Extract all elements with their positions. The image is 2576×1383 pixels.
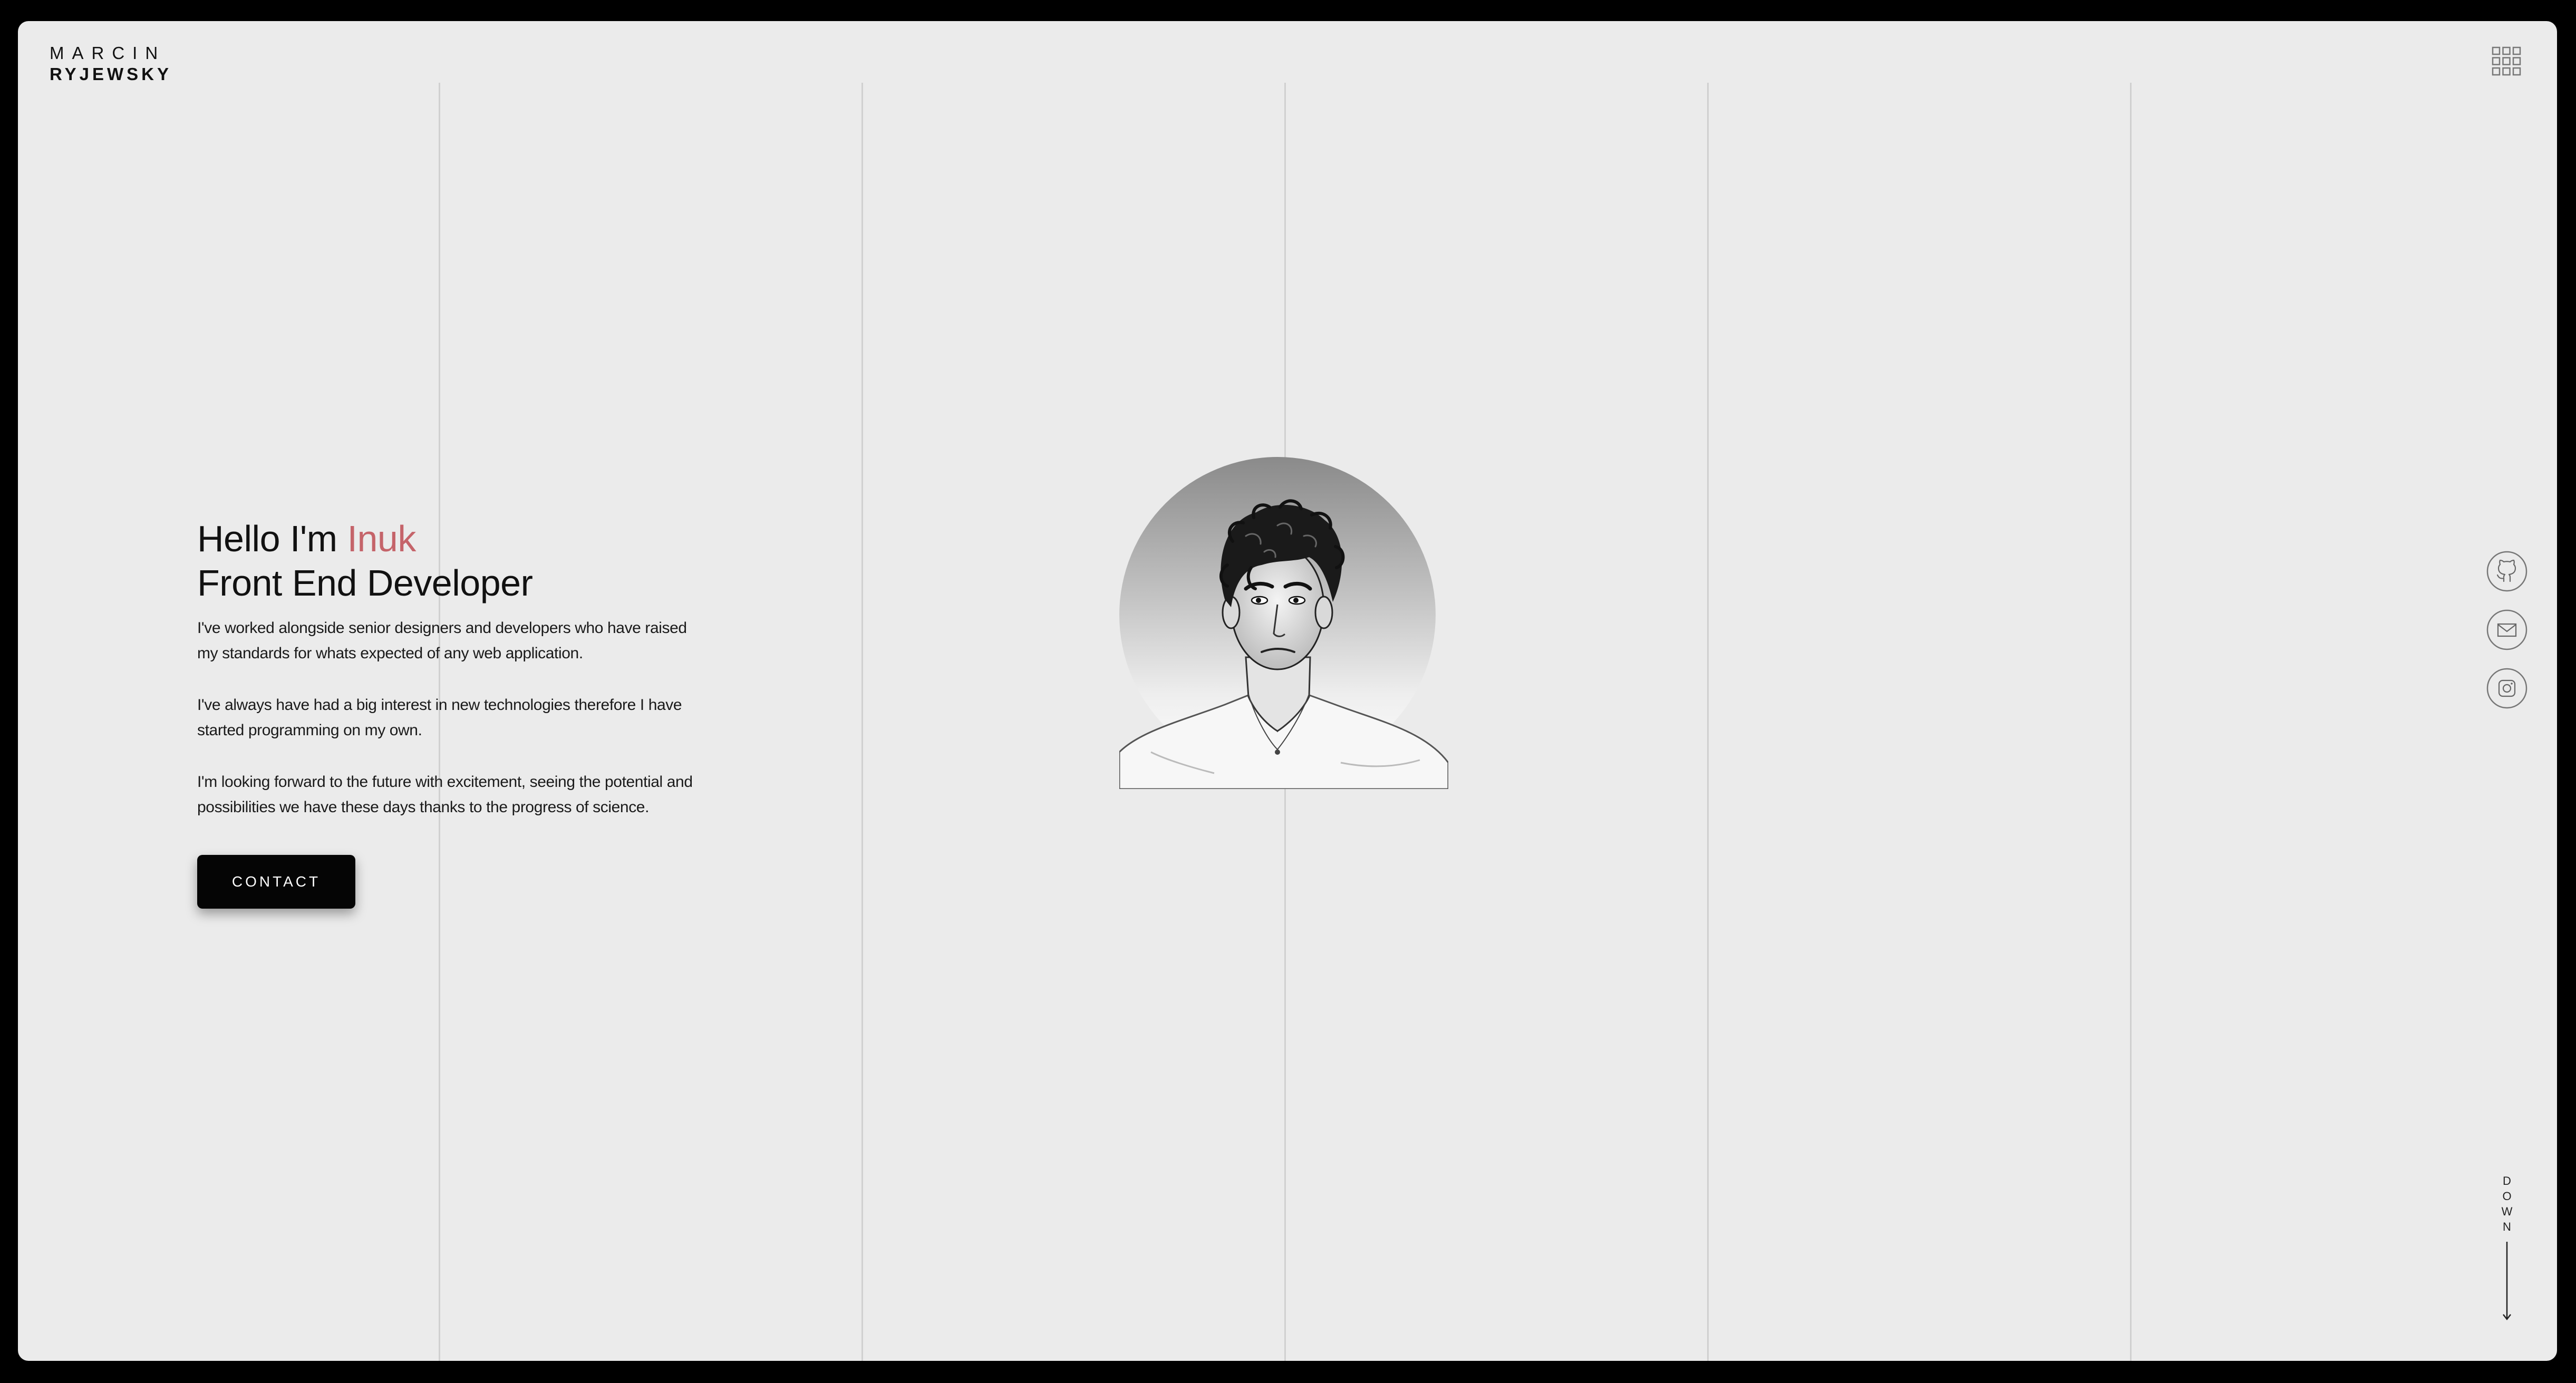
scroll-down-letter: W bbox=[2501, 1205, 2513, 1218]
scroll-down-letter: O bbox=[2502, 1190, 2512, 1203]
hero-paragraph: I've worked alongside senior designers a… bbox=[197, 619, 687, 662]
arrow-down-icon bbox=[2499, 1242, 2515, 1323]
logo-last-name: RYJEWSKY bbox=[50, 64, 172, 84]
logo-first-name: MARCIN bbox=[50, 43, 166, 63]
scroll-down-letter: D bbox=[2503, 1174, 2511, 1187]
hero-role: Front End Developer bbox=[197, 562, 533, 603]
scroll-down-indicator[interactable]: D O W N bbox=[2499, 1173, 2515, 1323]
grid-line bbox=[861, 83, 863, 1361]
hero-name: Inuk bbox=[347, 518, 417, 559]
hero-paragraph: I've always have had a big interest in n… bbox=[197, 696, 682, 739]
hero-greeting: Hello I'm bbox=[197, 518, 347, 559]
grid-menu-icon[interactable] bbox=[2492, 46, 2521, 76]
grid-line bbox=[2130, 83, 2132, 1361]
hero-section: Hello I'm Inuk Front End Developer I've … bbox=[197, 517, 703, 846]
page: MARCIN RYJEWSKY Hello I'm Inuk Front End… bbox=[18, 21, 2557, 1361]
instagram-icon[interactable] bbox=[2486, 668, 2527, 709]
profile-portrait bbox=[1119, 457, 1448, 789]
contact-button[interactable]: CONTACT bbox=[197, 855, 355, 909]
scroll-down-letter: N bbox=[2503, 1220, 2511, 1233]
hero-heading: Hello I'm Inuk Front End Developer bbox=[197, 517, 703, 605]
github-icon[interactable] bbox=[2486, 551, 2527, 592]
grid-line bbox=[1707, 83, 1709, 1361]
mail-icon[interactable] bbox=[2486, 609, 2527, 650]
site-logo[interactable]: MARCIN RYJEWSKY bbox=[50, 44, 172, 83]
hero-paragraph: I'm looking forward to the future with e… bbox=[197, 773, 693, 816]
